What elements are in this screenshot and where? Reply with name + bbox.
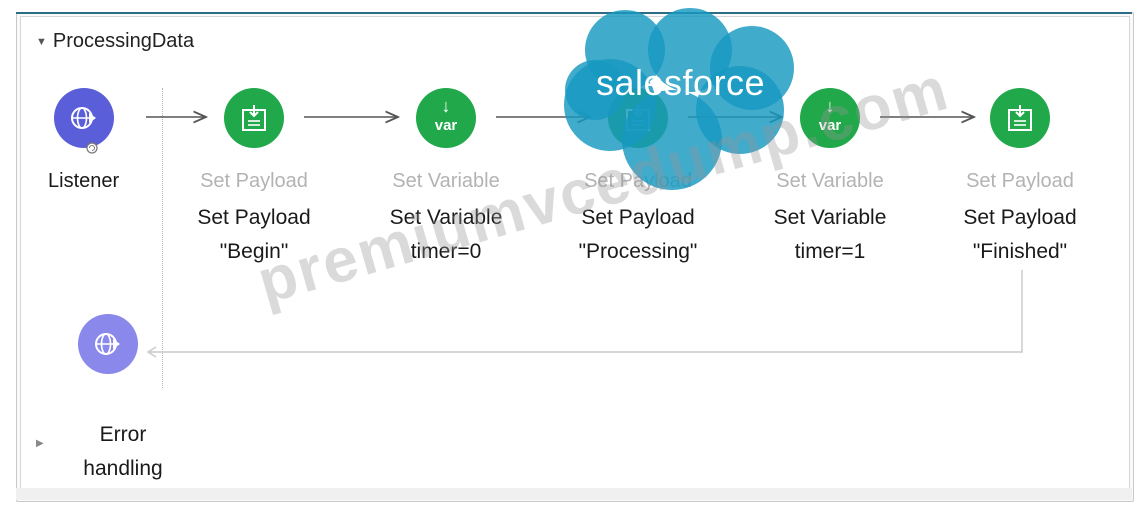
salesforce-logo-text: salesforce: [596, 62, 766, 103]
salesforce-cloud-logo: [564, 8, 794, 190]
